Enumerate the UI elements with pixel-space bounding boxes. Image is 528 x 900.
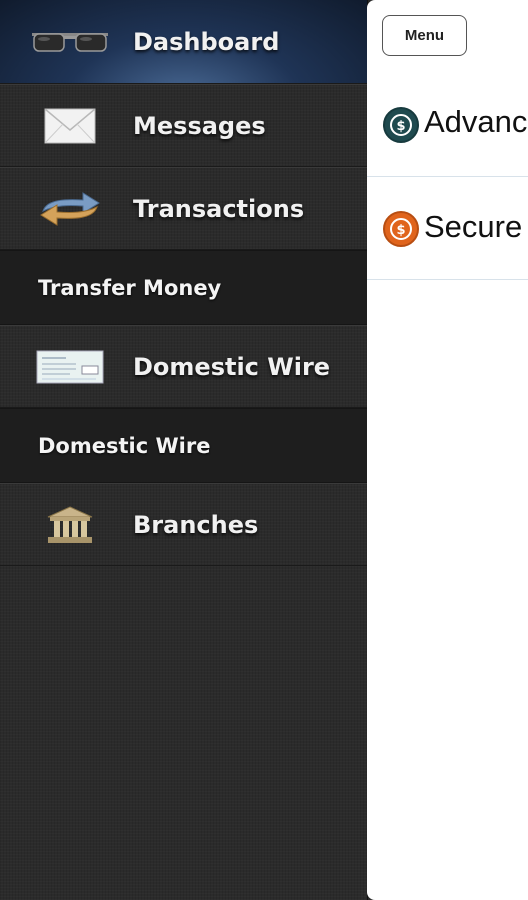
sidebar-item-label: Dashboard (133, 27, 280, 56)
bank-building-icon (30, 500, 110, 550)
svg-text:$: $ (396, 223, 405, 238)
section-header-transfer-money: Transfer Money (0, 250, 367, 325)
envelope-icon (30, 101, 110, 151)
sidebar-item-label: Branches (133, 510, 259, 539)
transfer-arrows-icon (30, 184, 110, 234)
list-item[interactable]: $ Secure (367, 177, 528, 280)
list-item[interactable]: $ Advanc (367, 70, 528, 177)
section-header-domestic-wire: Domestic Wire (0, 408, 367, 483)
menu-button[interactable]: Menu (382, 15, 467, 56)
dollar-coin-icon: $ (383, 107, 419, 143)
sidebar-item-dashboard[interactable]: Dashboard (0, 0, 367, 84)
sidebar-item-branches[interactable]: Branches (0, 483, 367, 566)
sidebar-item-label: Transactions (133, 194, 305, 223)
section-header-label: Domestic Wire (38, 433, 211, 458)
list-item-label: Advanc (424, 104, 528, 139)
sidebar-item-transactions[interactable]: Transactions (0, 167, 367, 250)
sidebar-item-label: Domestic Wire (133, 352, 331, 381)
dollar-coin-icon: $ (383, 211, 419, 247)
check-icon (30, 342, 110, 392)
sidebar-item-domestic-wire[interactable]: Domestic Wire (0, 325, 367, 408)
section-header-label: Transfer Money (38, 275, 222, 300)
sidebar-item-messages[interactable]: Messages (0, 84, 367, 167)
svg-text:$: $ (396, 119, 405, 134)
main-panel: Menu $ Advanc $ Secure (367, 0, 528, 900)
side-menu: Dashboard Messages Transactions Transfer… (0, 0, 368, 900)
sidebar-item-label: Messages (133, 111, 266, 140)
list-item-label: Secure (424, 209, 523, 244)
sunglasses-icon (30, 17, 110, 67)
